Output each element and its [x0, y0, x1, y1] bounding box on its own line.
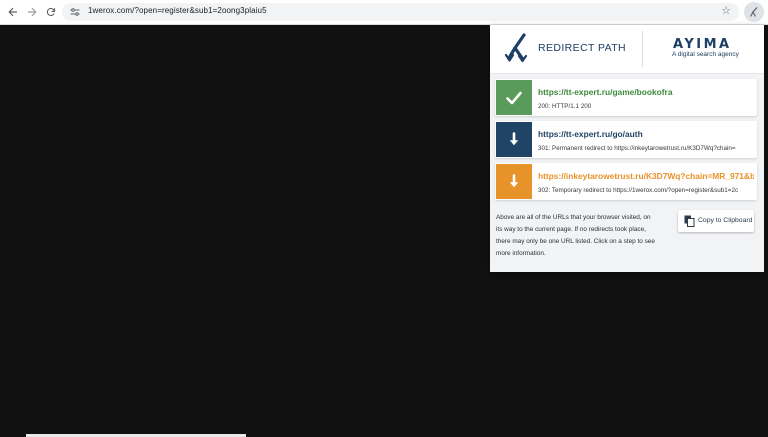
arrow-down-icon [496, 122, 532, 157]
popup-title: REDIRECT PATH [538, 42, 627, 54]
redirect-url[interactable]: https://inkeytarowetrust.ru/K3D7Wq?chain… [538, 171, 754, 181]
header-divider [642, 31, 643, 67]
redirect-path-icon [749, 7, 758, 17]
arrow-down-icon [496, 164, 532, 199]
forward-arrow-icon[interactable] [23, 3, 41, 21]
copy-button-label: Copy to Clipboard [698, 217, 753, 224]
redirect-step-302[interactable]: https://inkeytarowetrust.ru/K3D7Wq?chain… [495, 163, 757, 200]
redirect-detail: 302: Temporary redirect to https://1wero… [538, 187, 739, 194]
browser-toolbar: 1werox.com/?open=register&sub1=2oong3pla… [0, 0, 768, 25]
redirect-url[interactable]: https://tt-expert.ru/go/auth [538, 129, 754, 139]
redirect-path-logo-icon [504, 33, 528, 63]
popup-help-text: Above are all of the URLs that your brow… [496, 214, 655, 257]
tune-icon[interactable] [68, 5, 82, 19]
clipboard-icon [684, 215, 695, 227]
star-icon[interactable]: ☆ [721, 4, 731, 17]
popup-header: REDIRECT PATH AYIMA A digital search age… [490, 25, 764, 74]
redirect-step-200[interactable]: https://tt-expert.ru/game/bookofra 200: … [495, 79, 757, 116]
redirect-url[interactable]: https://tt-expert.ru/game/bookofra [538, 87, 754, 97]
address-bar[interactable]: 1werox.com/?open=register&sub1=2oong3pla… [62, 3, 739, 21]
copy-to-clipboard-button[interactable]: Copy to Clipboard [678, 210, 754, 232]
back-arrow-icon[interactable] [4, 3, 22, 21]
ayima-logo[interactable]: AYIMA [673, 37, 732, 52]
redirect-path-popup: REDIRECT PATH AYIMA A digital search age… [490, 25, 764, 272]
redirect-path-extension-button[interactable] [744, 2, 764, 22]
redirect-detail: 301: Permanent redirect to https://inkey… [538, 145, 736, 152]
url-text[interactable]: 1werox.com/?open=register&sub1=2oong3pla… [88, 6, 267, 15]
redirect-step-301[interactable]: https://tt-expert.ru/go/auth 301: Perman… [495, 121, 757, 158]
ayima-tagline: A digital search agency [672, 51, 739, 58]
reload-icon[interactable] [42, 3, 60, 21]
redirect-detail: 200: HTTP/1.1 200 [538, 103, 592, 110]
check-icon [496, 80, 532, 115]
